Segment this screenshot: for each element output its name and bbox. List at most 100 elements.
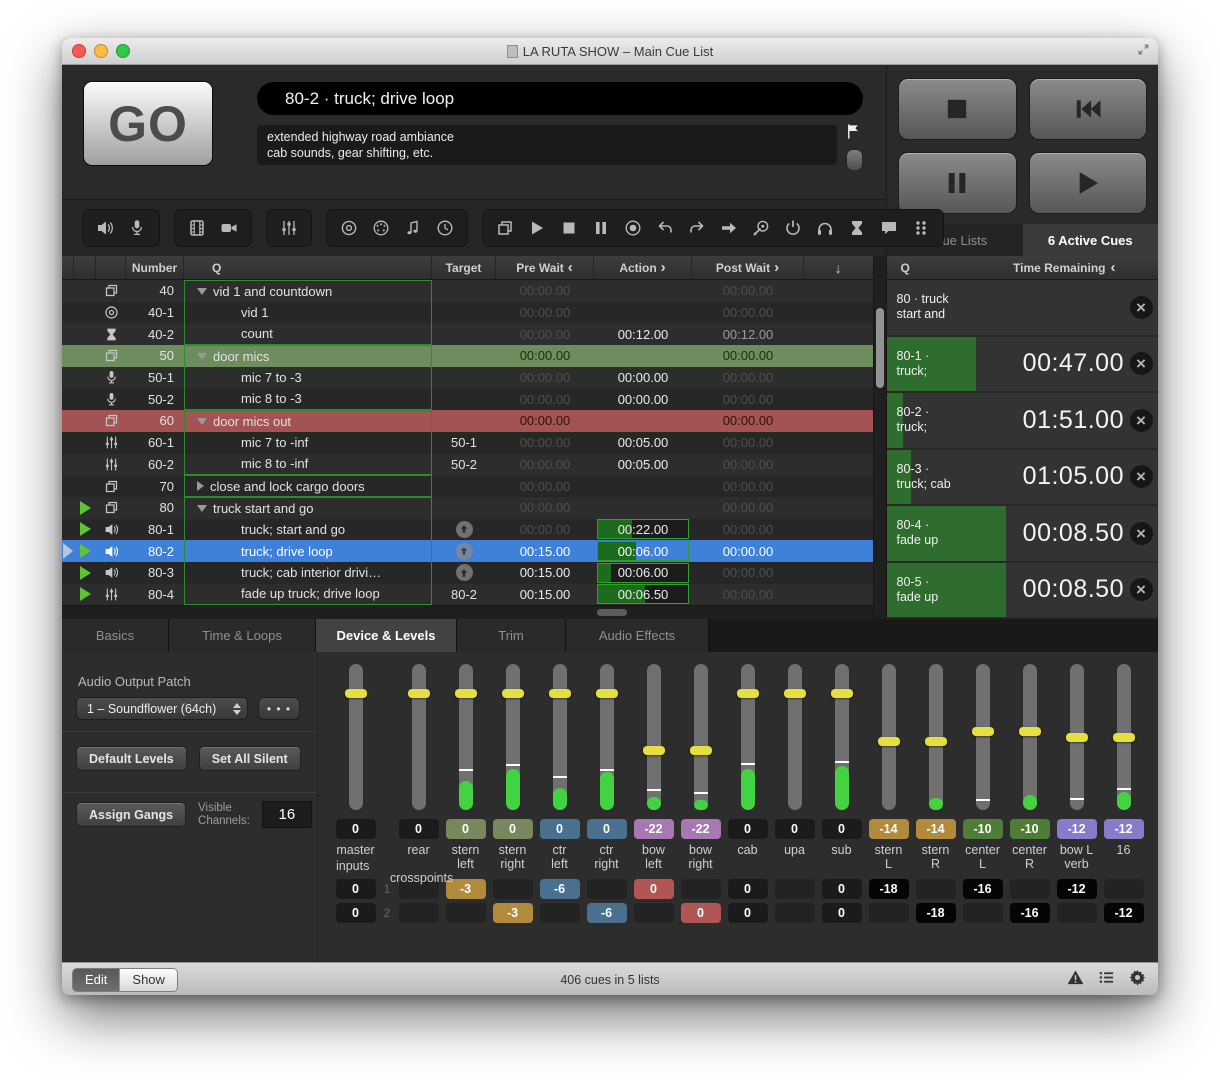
action-progress-box[interactable]: 00:22.00 [597,519,689,539]
stop-cue-x-button[interactable]: × [1130,578,1153,601]
fullscreen-icon[interactable] [1137,43,1150,61]
disclosure-down-icon[interactable] [197,288,207,295]
default-levels-button[interactable]: Default Levels [76,746,187,771]
pre-wait-value[interactable]: 00:00.00 [496,345,594,367]
crosspoint-chip[interactable] [540,903,580,923]
fader-thumb[interactable] [737,689,759,698]
hourglass-icon[interactable] [844,215,870,241]
action-cell[interactable]: 00:06.50 [594,584,692,605]
crosspoint-chip[interactable] [1104,879,1144,899]
level-chip-stern-left[interactable]: 0 [446,819,486,839]
cue-row-80-3[interactable]: 80-3truck; cab interior drivi…00:15.0000… [62,562,873,584]
disclosure-down-icon[interactable] [197,505,207,512]
crosspoint-chip[interactable]: -6 [540,879,580,899]
active-cue-row[interactable]: 80-5 ·fade up00:08.50× [887,563,1159,620]
cue-row-80[interactable]: 80truck start and go00:00.0000:00.00 [62,497,873,519]
notes-toggle-button[interactable] [846,149,863,171]
post-wait-value[interactable]: 00:00.00 [692,280,804,302]
crosspoint-chip[interactable]: -18 [869,879,909,899]
crosspoint-chip[interactable]: 0 [728,879,768,899]
level-chip-sub[interactable]: 0 [822,819,862,839]
h-scroll-thumb[interactable] [597,609,627,616]
level-chip-16[interactable]: -12 [1104,819,1144,839]
post-wait-value[interactable]: 00:00.00 [692,519,804,541]
pre-wait-value[interactable]: 00:00.00 [496,519,594,541]
pre-wait-value[interactable]: 00:00.00 [496,410,594,432]
active-cue-row[interactable]: 80-4 ·fade up00:08.50× [887,506,1159,563]
action-cell[interactable] [594,475,692,497]
v-scroll-thumb[interactable] [876,308,884,388]
fader-track[interactable] [647,664,661,810]
inspector-tab-trim[interactable]: Trim [457,619,566,652]
fader-track[interactable] [741,664,755,810]
visible-channels-value[interactable]: 16 [262,801,312,828]
fader-track[interactable] [600,664,614,810]
mic-icon[interactable] [124,215,150,241]
action-cell[interactable] [594,302,692,324]
post-wait-value[interactable]: 00:00.00 [692,302,804,324]
pre-wait-value[interactable]: 00:15.00 [496,540,594,562]
crosspoint-chip[interactable] [493,879,533,899]
fader-track[interactable] [835,664,849,810]
action-cell[interactable]: 00:05.00 [594,454,692,476]
cue-row-80-1[interactable]: 80-1truck; start and go00:00.0000:22.000… [62,519,873,541]
cue-row-60-2[interactable]: 60-2mic 8 to -inf50-200:00.0000:05.0000:… [62,454,873,476]
action-cell[interactable] [594,280,692,302]
crosspoint-chip[interactable]: 0 [728,903,768,923]
group-icon[interactable] [492,215,518,241]
level-chip-center-L[interactable]: -10 [963,819,1003,839]
fader-thumb[interactable] [643,746,665,755]
power-icon[interactable] [780,215,806,241]
pause-icon[interactable] [588,215,614,241]
cue-row-60-1[interactable]: 60-1mic 7 to -inf50-100:00.0000:05.0000:… [62,432,873,454]
audio-patch-select[interactable]: 1 – Soundflower (64ch) [76,697,248,720]
pause-transport-button[interactable] [898,152,1017,214]
crosspoint-chip[interactable] [916,879,956,899]
col-sort[interactable]: ↓ [804,256,873,279]
post-wait-value[interactable]: 00:00.00 [692,562,804,584]
active-col-q[interactable]: Q [887,261,971,275]
fader-track[interactable] [459,664,473,810]
pre-wait-value[interactable]: 00:00.00 [496,367,594,389]
active-col-time-remaining[interactable]: Time Remaining‹ [971,260,1159,275]
dots-icon[interactable] [908,215,934,241]
col-post-wait[interactable]: Post Wait› [692,256,804,279]
speaker-icon[interactable] [92,215,118,241]
pre-wait-value[interactable]: 00:00.00 [496,432,594,454]
post-wait-value[interactable]: 00:00.00 [692,540,804,562]
action-cell[interactable]: 00:00.00 [594,367,692,389]
post-wait-value[interactable]: 00:00.00 [692,367,804,389]
action-progress-box[interactable]: 00:06.50 [597,584,689,604]
film-icon[interactable] [184,215,210,241]
action-cell[interactable]: 00:05.00 [594,432,692,454]
post-wait-value[interactable]: 00:00.00 [692,497,804,519]
cue-row-50-2[interactable]: 50-2mic 8 to -300:00.0000:00.0000:00.00 [62,388,873,410]
stop-icon[interactable] [556,215,582,241]
cue-row-80-2[interactable]: 80-2truck; drive loop00:15.0000:06.0000:… [62,540,873,562]
go-button[interactable]: GO [83,81,213,166]
crosspoint-chip[interactable]: -6 [587,903,627,923]
tab-active-cues[interactable]: 6 Active Cues [1023,224,1159,256]
set-all-silent-button[interactable]: Set All Silent [199,746,301,771]
post-wait-value[interactable]: 00:00.00 [692,475,804,497]
cue-row-40-1[interactable]: 40-1vid 100:00.0000:00.00 [62,302,873,324]
fader-track[interactable] [1070,664,1084,810]
level-chip-rear[interactable]: 0 [399,819,439,839]
dart-icon[interactable] [748,215,774,241]
level-chip-stern-L[interactable]: -14 [869,819,909,839]
undo-icon[interactable] [652,215,678,241]
note-icon[interactable] [400,215,426,241]
crosspoint-chip[interactable] [1010,879,1050,899]
clock-icon[interactable] [432,215,458,241]
cue-row-60[interactable]: 60door mics out00:00.0000:00.00 [62,410,873,432]
stop-cue-x-button[interactable]: × [1130,352,1153,375]
cue-row-50-1[interactable]: 50-1mic 7 to -300:00.0000:00.0000:00.00 [62,367,873,389]
level-chip-ctr-right[interactable]: 0 [587,819,627,839]
crosspoint-master-chip[interactable]: 0 [336,879,376,899]
disclosure-down-icon[interactable] [197,353,207,360]
rewind-transport-button[interactable] [1029,78,1148,140]
crosspoint-chip[interactable] [963,903,1003,923]
post-wait-value[interactable]: 00:12.00 [692,323,804,345]
crosspoint-master-chip[interactable]: 0 [336,903,376,923]
fader-track[interactable] [694,664,708,810]
